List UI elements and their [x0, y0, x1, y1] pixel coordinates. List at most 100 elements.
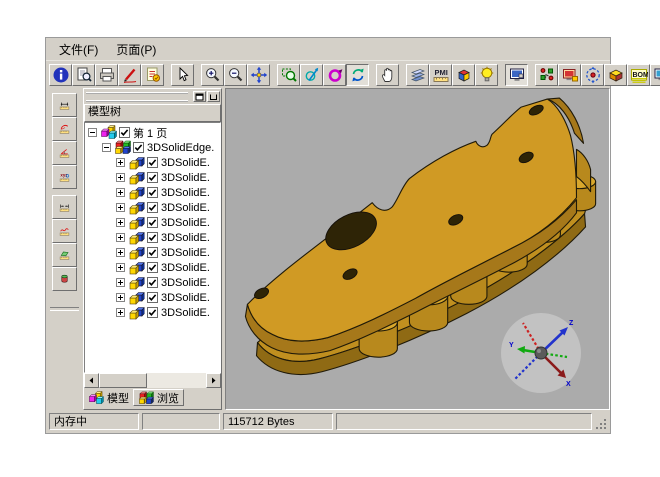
- tree-item-part[interactable]: 3DSolidE.: [85, 290, 220, 305]
- expand-icon[interactable]: [116, 173, 125, 182]
- panel-title-bar[interactable]: [84, 89, 221, 104]
- layers-button[interactable]: [406, 64, 429, 86]
- orbit-sphere-button[interactable]: [581, 64, 604, 86]
- zoom-window-button[interactable]: [277, 64, 300, 86]
- solid-render-button[interactable]: [604, 64, 627, 86]
- pan-move-button[interactable]: [247, 64, 270, 86]
- scroll-right-button[interactable]: [206, 373, 221, 388]
- measure-area-button[interactable]: [52, 243, 77, 267]
- orientation-axis-indicator[interactable]: Z X Y: [499, 311, 583, 395]
- scroll-left-button[interactable]: [84, 373, 99, 388]
- magnifier-minus-icon: [227, 66, 245, 84]
- checkbox-checked[interactable]: [147, 247, 158, 258]
- pan-hand-button[interactable]: [376, 64, 399, 86]
- measure-length-button[interactable]: [52, 93, 77, 117]
- pmi-display-button[interactable]: PMI: [429, 64, 452, 86]
- checkbox-checked[interactable]: [147, 292, 158, 303]
- expand-icon[interactable]: [116, 308, 125, 317]
- display-mode-button[interactable]: [505, 64, 528, 86]
- zoom-dynamic-button[interactable]: [300, 64, 323, 86]
- tree-item-page[interactable]: 第 1 页: [85, 125, 220, 140]
- measure-angle-button[interactable]: [52, 141, 77, 165]
- expand-icon[interactable]: [116, 263, 125, 272]
- tree-item-assembly[interactable]: 3DSolidEdge.: [85, 140, 220, 155]
- scrollbar-track[interactable]: [147, 373, 206, 388]
- print-button[interactable]: [95, 64, 118, 86]
- expand-icon[interactable]: [116, 218, 125, 227]
- collapse-icon[interactable]: [102, 143, 111, 152]
- tree-item-part[interactable]: 3DSolidE.: [85, 170, 220, 185]
- expand-icon[interactable]: [116, 248, 125, 257]
- checkbox-checked[interactable]: [147, 307, 158, 318]
- design-review-button[interactable]: [650, 64, 660, 86]
- measure-radius-button[interactable]: [52, 117, 77, 141]
- checkbox-checked[interactable]: [147, 187, 158, 198]
- expand-icon[interactable]: [116, 233, 125, 242]
- measure-coordinate-button[interactable]: xyz: [52, 165, 77, 189]
- green-area-icon: [59, 245, 70, 265]
- view-orientation-cube-button[interactable]: [452, 64, 475, 86]
- animation-button[interactable]: [558, 64, 581, 86]
- tree-item-part[interactable]: 3DSolidE.: [85, 215, 220, 230]
- checkbox-checked[interactable]: [147, 232, 158, 243]
- resize-grip[interactable]: [595, 413, 607, 430]
- collapse-icon[interactable]: [88, 128, 97, 137]
- viewport-3d[interactable]: Z X Y: [225, 88, 610, 410]
- menu-page[interactable]: 页面(P): [107, 39, 165, 60]
- panel-header-label: 模型树: [88, 106, 121, 118]
- stamp-annotate-button[interactable]: [141, 64, 164, 86]
- tree-item-part[interactable]: 3DSolidE.: [85, 275, 220, 290]
- tree-item-label: 第 1 页: [133, 125, 167, 141]
- checkbox-checked[interactable]: [133, 142, 144, 153]
- measure-volume-button[interactable]: [52, 267, 77, 291]
- horizontal-scrollbar[interactable]: [84, 373, 221, 388]
- expand-icon[interactable]: [116, 188, 125, 197]
- about-info-button[interactable]: [49, 64, 72, 86]
- bom-table-button[interactable]: BOM: [627, 64, 650, 86]
- cyan-arrow-magnifier-icon: [303, 66, 321, 84]
- panel-drag-grip[interactable]: [86, 92, 188, 102]
- expand-icon[interactable]: [116, 203, 125, 212]
- panel-hide-button[interactable]: [207, 91, 220, 102]
- tab-browse[interactable]: 浏览: [133, 389, 184, 406]
- markup-edit-button[interactable]: [118, 64, 141, 86]
- menu-file[interactable]: 文件(F): [50, 39, 107, 60]
- select-button[interactable]: [171, 64, 194, 86]
- tree-item-part[interactable]: 3DSolidE.: [85, 230, 220, 245]
- lighting-button[interactable]: [475, 64, 498, 86]
- tree-item-part[interactable]: 3DSolidE.: [85, 260, 220, 275]
- rotate-orbit-button[interactable]: [323, 64, 346, 86]
- measure-curve-button[interactable]: [52, 219, 77, 243]
- expand-icon[interactable]: [116, 158, 125, 167]
- refresh-regenerate-button[interactable]: [346, 64, 369, 86]
- checkbox-checked[interactable]: [119, 127, 130, 138]
- tab-model[interactable]: 模型: [84, 389, 133, 406]
- tree-item-part[interactable]: 3DSolidE.: [85, 155, 220, 170]
- expand-icon[interactable]: [116, 278, 125, 287]
- scrollbar-thumb[interactable]: [99, 373, 147, 388]
- expand-icon[interactable]: [116, 293, 125, 302]
- part-icon: [128, 215, 145, 230]
- app-window: 文件(F) 页面(P) PMI BOM: [45, 37, 611, 434]
- assembly-icon: [114, 140, 131, 155]
- panel-float-button[interactable]: [193, 91, 206, 102]
- tree-item-part[interactable]: 3DSolidE.: [85, 185, 220, 200]
- part-icon: [128, 155, 145, 170]
- checkbox-checked[interactable]: [147, 217, 158, 228]
- tree-item-part[interactable]: 3DSolidE.: [85, 245, 220, 260]
- measure-distance-button[interactable]: [52, 195, 77, 219]
- zoom-out-button[interactable]: [224, 64, 247, 86]
- explode-view-button[interactable]: [535, 64, 558, 86]
- tree-item-part[interactable]: 3DSolidE.: [85, 305, 220, 320]
- checkbox-checked[interactable]: [147, 262, 158, 273]
- checkbox-checked[interactable]: [147, 202, 158, 213]
- monitor-icon: [508, 66, 526, 84]
- model-tree[interactable]: 第 1 页 3DSolidEdge. 3DSolidE. 3DSolidE. 3…: [84, 122, 221, 373]
- checkbox-checked[interactable]: [147, 277, 158, 288]
- tab-label: 模型: [107, 390, 129, 406]
- tree-item-part[interactable]: 3DSolidE.: [85, 200, 220, 215]
- zoom-in-button[interactable]: [201, 64, 224, 86]
- checkbox-checked[interactable]: [147, 157, 158, 168]
- print-preview-button[interactable]: [72, 64, 95, 86]
- checkbox-checked[interactable]: [147, 172, 158, 183]
